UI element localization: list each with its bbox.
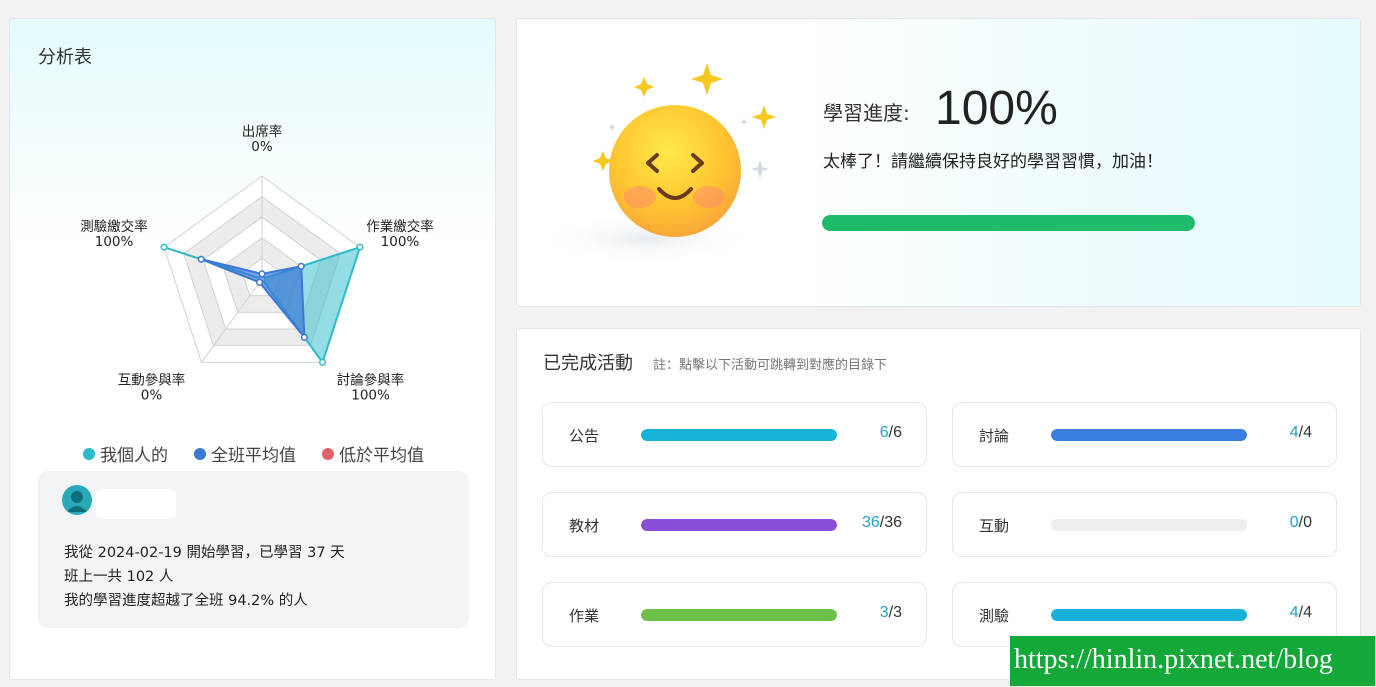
activity-label: 作業 [569, 607, 600, 625]
radar-class-average-point [197, 255, 205, 263]
radar-class-average-point [258, 270, 266, 278]
radar-axis-value: 0% [141, 387, 163, 403]
legend-dot-class-average [194, 447, 206, 460]
activity-label: 互動 [979, 517, 1010, 535]
activity-count: 4/4 [1289, 604, 1312, 621]
radar-axis-label: 討論參與率 [337, 371, 405, 388]
watermark: https://hinlin.pixnet.net/blog [1010, 636, 1375, 686]
activity-bar [641, 609, 837, 621]
progress-bar-fill [822, 215, 1195, 231]
activity-tile-assignment[interactable]: 作業 3/3 [542, 582, 927, 647]
progress-label: 學習進度: [823, 101, 910, 125]
analysis-card: 分析表 出席率 0% 作業繳交率 100% 討論參與率 100% 互動參與率 0% 測驗繳交率 1… [9, 18, 496, 680]
radar-axis-label: 出席率 [242, 123, 283, 140]
progress-value: 100% [935, 82, 1058, 135]
legend-label-below-average: 低於平均值 [339, 446, 424, 466]
legend-item-below-average[interactable]: 低於平均值 [322, 441, 424, 466]
progress-message: 太棒了！請繼續保持良好的學習習慣，加油！ [823, 152, 1163, 172]
activity-tile-materials[interactable]: 教材 36/36 [542, 492, 927, 557]
user-study-days: 我從 2024-02-19 開始學習，已學習 37 天 [64, 545, 345, 561]
radar-axis-label: 測驗繳交率 [80, 218, 148, 235]
user-class-size: 班上一共 102 人 [64, 569, 174, 585]
activity-count: 6/6 [879, 424, 902, 441]
radar-axis-label: 作業繳交率 [366, 218, 434, 235]
activity-card: 已完成活動 註：點擊以下活動可跳轉到對應的目錄下 公告 6/6 討論 4/4 教… [516, 328, 1361, 680]
radar-class-average-point [256, 278, 264, 286]
radar-personal-point [160, 243, 168, 251]
user-progress-rank: 我的學習進度超越了全班 94.2% 的人 [64, 593, 308, 609]
activity-bar [641, 519, 837, 531]
activity-bar [1051, 609, 1247, 621]
progress-bar [822, 215, 1195, 231]
activity-bar-fill [641, 609, 837, 621]
progress-card: 學習進度: 100% 太棒了！請繼續保持良好的學習習慣，加油！ [516, 18, 1361, 307]
radar-axis-value: 100% [381, 234, 420, 250]
legend-item-personal[interactable]: 我個人的 [83, 441, 168, 466]
radar-chart: 出席率0%作業繳交率100%討論參與率100%互動參與率0%測驗繳交率100% [80, 123, 434, 403]
radar-axis-value: 100% [351, 387, 390, 403]
happy-face-icon [537, 49, 807, 299]
activity-label: 公告 [569, 427, 600, 445]
radar-class-average-point [300, 333, 308, 341]
activity-label: 教材 [569, 517, 600, 535]
avatar-icon [62, 485, 92, 515]
activity-label: 測驗 [979, 607, 1010, 625]
legend-item-class-average[interactable]: 全班平均值 [194, 441, 296, 466]
legend-label-personal: 我個人的 [100, 446, 168, 466]
activity-bar [641, 429, 837, 441]
radar-personal-point [318, 358, 327, 366]
legend-dot-personal [83, 447, 95, 460]
radar-axis-label: 互動參與率 [118, 371, 186, 388]
user-summary-box: 我從 2024-02-19 開始學習，已學習 37 天 班上一共 102 人 我… [38, 471, 469, 628]
legend-dot-below-average [322, 447, 334, 460]
activity-bar-fill [1051, 609, 1247, 621]
activity-bar-fill [1051, 429, 1247, 441]
activity-bar-fill [641, 429, 837, 441]
radar-legend: 我個人的 全班平均值 低於平均值 [10, 441, 497, 466]
activity-count: 4/4 [1289, 424, 1312, 441]
user-name-redacted [96, 489, 176, 519]
activity-tile-interaction[interactable]: 互動 0/0 [952, 492, 1337, 557]
legend-label-class-average: 全班平均值 [211, 446, 296, 466]
activity-count: 36/36 [861, 514, 902, 531]
activity-tile-discussion[interactable]: 討論 4/4 [952, 402, 1337, 467]
activity-count: 0/0 [1289, 514, 1312, 531]
radar-axis-value: 0% [251, 139, 273, 155]
activity-bar [1051, 519, 1247, 531]
activity-note: 註：點擊以下活動可跳轉到對應的目錄下 [653, 358, 888, 373]
radar-personal-point [356, 243, 364, 251]
activity-bar [1051, 429, 1247, 441]
activity-label: 討論 [979, 427, 1010, 445]
activity-count: 3/3 [879, 604, 902, 621]
activity-title: 已完成活動 [543, 353, 633, 374]
radar-axis-value: 100% [95, 234, 134, 250]
activity-bar-fill [641, 519, 837, 531]
radar-class-average-point [297, 262, 305, 270]
activity-tile-announcement[interactable]: 公告 6/6 [542, 402, 927, 467]
